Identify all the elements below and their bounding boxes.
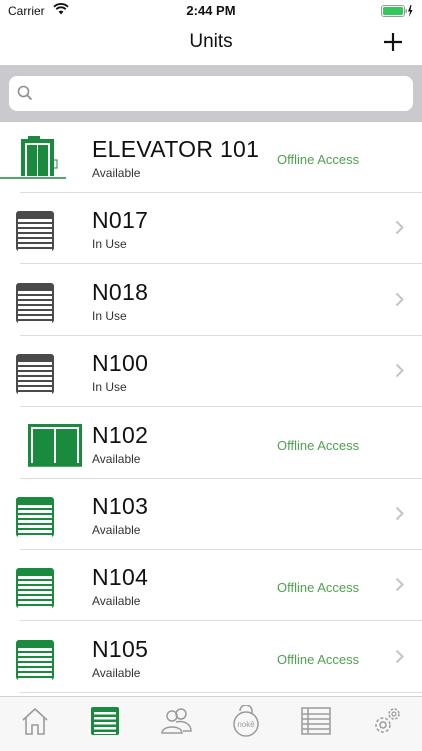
storage-door-icon [16,282,54,323]
unit-name: N100 [92,350,149,377]
storage-door-icon [16,211,54,252]
unit-row[interactable]: N104 Available Offline Access [0,550,422,622]
status-bar: Carrier 2:44 PM [0,0,422,22]
search-bar [0,65,422,122]
page-title: Units [189,31,233,52]
unit-status: Available [92,451,141,466]
chevron-right-icon [395,363,404,383]
unit-name: N018 [92,278,149,305]
noke-label: nokē [237,720,255,729]
offline-access-label: Offline Access [277,437,360,453]
unit-icon [0,634,60,685]
list-icon [301,707,331,735]
double-door-icon [28,423,82,467]
storage-door-icon [16,639,54,680]
tab-list[interactable] [281,697,351,751]
unit-status: In Use [92,308,127,323]
offline-access-label: Offline Access [277,580,360,596]
unit-status: Available [92,523,141,537]
unit-name: ELEVATOR 101 [92,136,260,162]
unit-status: Available [92,665,141,680]
settings-icon [375,708,400,733]
nav-bar: Units [0,22,422,65]
tab-bar: nokē [0,696,422,751]
elevator-icon [0,136,66,179]
tab-users[interactable] [141,697,211,751]
unit-row[interactable]: N100 In Use [0,336,422,408]
search-box[interactable] [9,76,413,113]
storage-door-icon [16,568,54,609]
chevron-right-icon [395,577,404,597]
noke-lock-icon: nokē [233,705,259,737]
tab-home[interactable] [0,697,70,751]
unit-name: N103 [92,493,149,519]
unit-icon [0,348,60,399]
battery-icon [381,5,413,20]
unit-icon [0,277,60,328]
unit-row[interactable]: N017 In Use [0,193,422,265]
tab-noke-lock[interactable]: nokē [211,697,281,751]
unit-icon [0,562,60,613]
unit-icon [0,205,60,256]
offline-access-label: Offline Access [277,152,360,167]
unit-list: ELEVATOR 101 Available Offline Access N0… [0,122,422,696]
unit-name: N017 [92,207,149,234]
status-time: 2:44 PM [186,3,236,18]
search-icon [17,85,33,101]
search-input[interactable] [41,76,405,113]
unit-row[interactable]: N102 Available Offline Access [0,408,422,479]
unit-status: In Use [92,237,127,252]
offline-access-label: Offline Access [277,651,360,667]
chevron-right-icon [395,506,404,526]
storage-door-icon [16,497,54,537]
unit-name: N104 [92,564,149,591]
chevron-right-icon [395,292,404,312]
chevron-right-icon [395,220,404,240]
unit-status: Available [92,594,141,609]
unit-row[interactable]: N105 Available Offline Access [0,622,422,693]
unit-icon [20,420,82,473]
tab-units[interactable] [70,697,140,751]
unit-name: N102 [92,421,149,448]
add-unit-button[interactable] [378,27,408,57]
chevron-right-icon [395,649,404,669]
row-separator [20,691,422,693]
users-icon [161,708,192,734]
units-icon [91,707,119,735]
unit-icon [0,134,66,187]
home-icon [22,707,48,735]
unit-icon [0,491,60,542]
unit-row[interactable]: N018 In Use [0,265,422,336]
unit-row[interactable]: ELEVATOR 101 Available Offline Access [0,122,422,193]
unit-status: In Use [92,380,127,395]
unit-status: Available [92,166,141,180]
unit-name: N105 [92,635,149,662]
plus-icon [384,33,402,51]
storage-door-icon [16,354,54,395]
unit-row[interactable]: N103 Available [0,479,422,550]
tab-settings[interactable] [352,697,422,751]
